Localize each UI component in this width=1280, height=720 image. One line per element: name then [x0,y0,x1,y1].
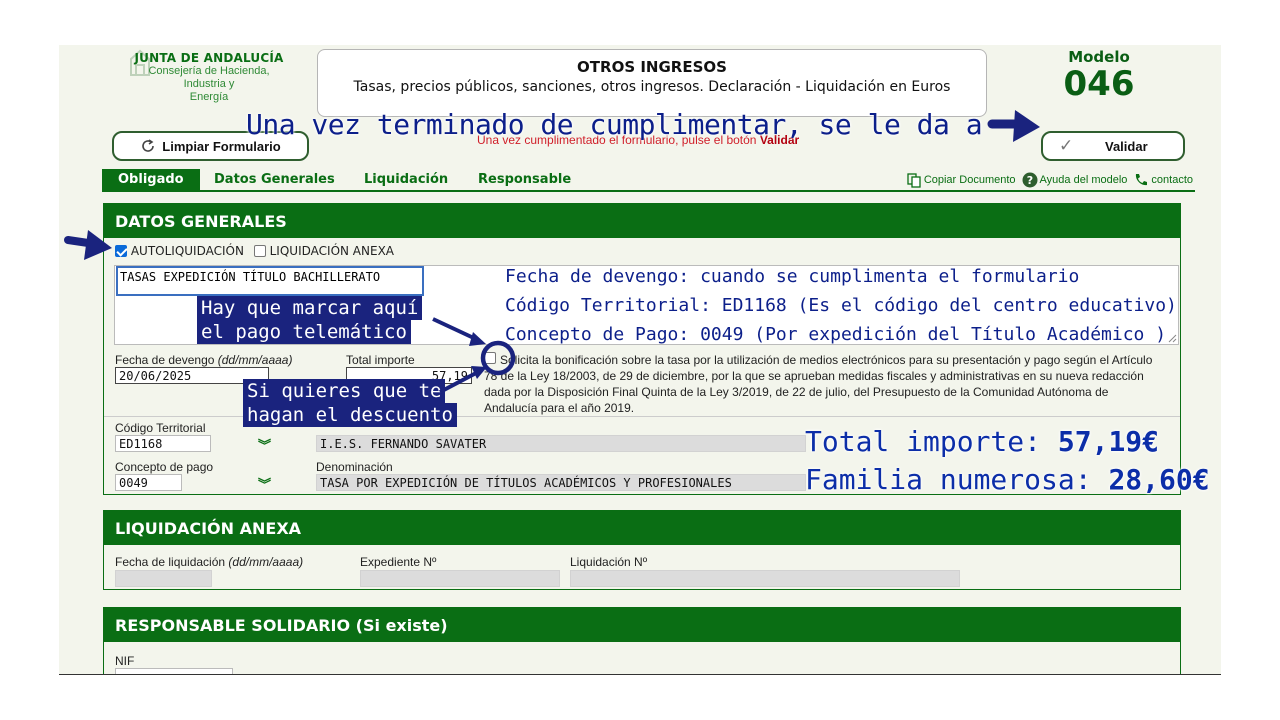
responsable-heading: RESPONSABLE SOLIDARIO (Si existe) [104,608,1180,642]
annotation-codigo: Código Territorial: ED1168 (Es el código… [505,295,1177,316]
modelo-badge: Modelo 046 [1049,48,1149,102]
concepto-search-chevron-icon[interactable]: ︾ [258,474,271,493]
resize-grip-icon [1168,334,1177,343]
refresh-icon [142,139,155,152]
validar-button[interactable]: ✓ Validar [1041,131,1185,161]
nif-label: NIF [115,654,135,668]
annotation-total: Total importe: 57,19€ [805,425,1159,459]
codigo-territorial-input[interactable]: ED1168 [115,435,211,452]
org-title: JUNTA DE ANDALUCÍA [134,51,284,65]
svg-text:?: ? [1026,174,1032,187]
concepto-pago-label: Concepto de pago [115,460,214,474]
contacto-label: contacto [1151,174,1193,186]
annotation-total-value: 57,19€ [1057,425,1160,458]
tab-responsable[interactable]: Responsable [478,169,571,190]
fecha-devengo-format: (dd/mm/aaaa) [217,353,293,367]
phone-icon [1136,174,1148,186]
autoliquidacion-label: AUTOLIQUIDACIÓN [130,244,244,258]
ayuda-modelo-link[interactable]: ? Ayuda del modelo [1022,172,1128,188]
fecha-devengo-label-text: Fecha de devengo [115,353,215,367]
liquidacion-anexa-panel: LIQUIDACIÓN ANEXA Fecha de liquidación (… [103,510,1181,590]
form-title-box: OTROS INGRESOS Tasas, precios públicos, … [317,49,987,117]
denominacion-field: TASA POR EXPEDICIÓN DE TÍTULOS ACADÉMICO… [316,474,806,491]
tab-datos-generales[interactable]: Datos Generales [214,169,335,190]
responsable-panel: RESPONSABLE SOLIDARIO (Si existe) NIF [103,607,1181,675]
annotation-familia: Familia numerosa: 28,60€ [805,463,1210,497]
org-logo: JUNTA DE ANDALUCÍA Consejería de Haciend… [129,51,289,104]
fecha-liquidacion-label-text: Fecha de liquidación [115,555,226,569]
expediente-label: Expediente Nº [360,555,437,569]
expediente-input [360,570,560,587]
annotation-fecha: Fecha de devengo: cuando se cumplimenta … [505,266,1080,287]
annotation-familia-label: Familia numerosa: [805,463,1092,496]
annotation-total-label: Total importe: [805,425,1042,458]
form-subtitle: Tasas, precios públicos, sanciones, otro… [353,79,951,95]
descripcion-value: TASAS EXPEDICIÓN TÍTULO BACHILLERATO [116,266,424,296]
ayuda-label: Ayuda del modelo [1039,174,1128,186]
org-subtitle-1: Consejería de Hacienda, Industria y [148,65,270,90]
liquidacion-anexa-heading: LIQUIDACIÓN ANEXA [104,511,1180,545]
tab-liquidacion[interactable]: Liquidación [364,169,448,190]
annotation-marcar-1: Hay que marcar aquí [197,296,423,320]
fecha-liquidacion-format: (dd/mm/aaaa) [228,555,304,569]
copiar-documento-link[interactable]: Copiar Documento [906,172,1016,188]
codigo-territorial-label: Código Territorial [115,421,206,435]
tipo-liquidacion-row: AUTOLIQUIDACIÓN LIQUIDACIÓN ANEXA [115,244,394,258]
copiar-label: Copiar Documento [923,174,1016,186]
annotation-descuento-1: Si quieres que te [243,379,446,403]
tab-obligado[interactable]: Obligado [102,169,200,190]
org-subtitle-2: Energía [189,91,229,103]
help-icon: ? [1022,172,1038,188]
annotation-familia-value: 28,60€ [1108,463,1210,496]
centro-nombre-field: I.E.S. FERNANDO SAVATER [316,435,806,452]
contacto-link[interactable]: contacto [1133,172,1193,188]
copy-document-icon [907,173,921,188]
total-importe-label: Total importe [346,353,415,367]
denominacion-label: Denominación [316,460,393,474]
codigo-search-chevron-icon[interactable]: ︾ [258,435,271,454]
fecha-devengo-label: Fecha de devengo (dd/mm/aaaa) [115,353,292,367]
modelo-number: 046 [1063,64,1135,104]
bonificacion-text: Solicita la bonificación sobre la tasa p… [484,353,1153,415]
datos-generales-heading: DATOS GENERALES [104,204,1180,238]
liquidacion-num-input [570,570,960,587]
annotation-top: Una vez terminado de cumplimentar, se le… [246,108,983,141]
annotation-concepto: Concepto de Pago: 0049 (Por expedición d… [505,324,1167,345]
fecha-liquidacion-input [115,570,212,587]
tab-bar: Obligado Datos Generales Liquidación Res… [102,169,1195,192]
autoliquidacion-checkbox[interactable] [115,245,127,257]
concepto-pago-input[interactable]: 0049 [115,474,182,491]
annotation-descuento-2: hagan el descuento [243,403,457,427]
annotation-marcar-2: el pago telemático [197,320,411,344]
validar-label: Validar [1105,139,1148,154]
fecha-liquidacion-label: Fecha de liquidación (dd/mm/aaaa) [115,555,303,569]
bottom-rule [59,674,1221,675]
checkmark-icon: ✓ [1059,136,1074,155]
liquidacion-anexa-checkbox[interactable] [253,245,266,257]
form-title: OTROS INGRESOS [577,58,727,76]
liquidacion-num-label: Liquidación Nº [570,555,648,569]
tool-links: Copiar Documento ? Ayuda del modelo cont… [906,172,1193,188]
liquidacion-anexa-label: LIQUIDACIÓN ANEXA [269,244,394,258]
